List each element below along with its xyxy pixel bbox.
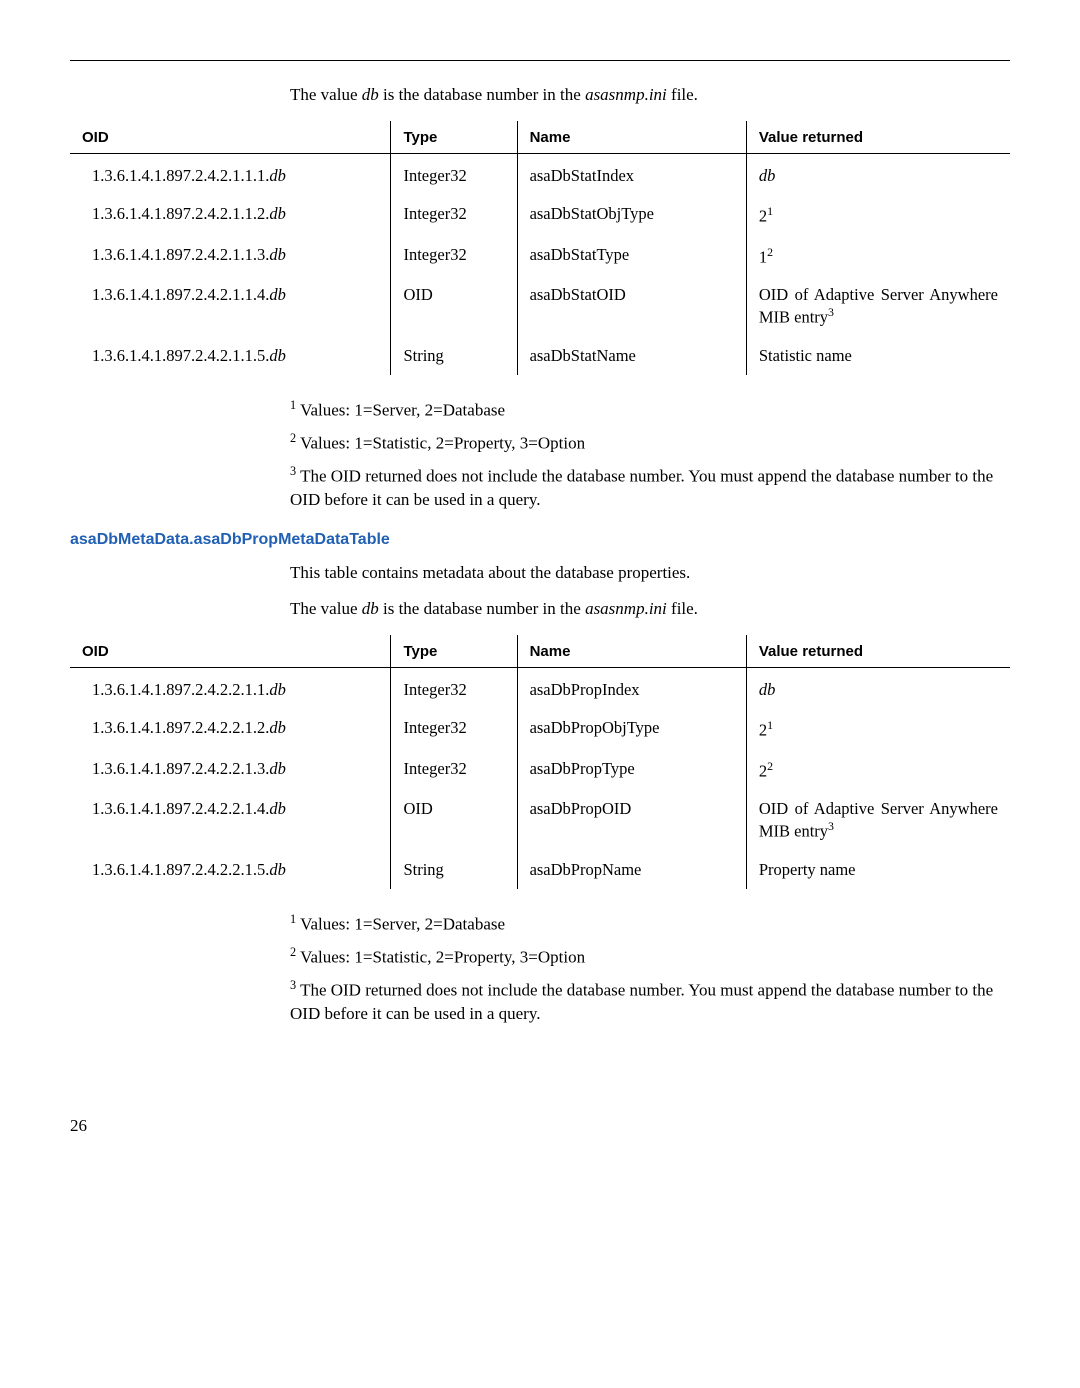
cell-value: 21 — [746, 709, 1010, 750]
cell-name: asaDbPropType — [517, 750, 746, 791]
cell-value: 21 — [746, 195, 1010, 236]
col-header-type: Type — [391, 635, 517, 668]
table-header-row: OID Type Name Value returned — [70, 635, 1010, 668]
cell-name: asaDbStatType — [517, 236, 746, 277]
table-row: 1.3.6.1.4.1.897.2.4.2.1.1.1.dbInteger32a… — [70, 154, 1010, 196]
cell-oid: 1.3.6.1.4.1.897.2.4.2.1.1.3.db — [70, 236, 391, 277]
col-header-oid: OID — [70, 121, 391, 154]
table2-footnotes: 1 Values: 1=Server, 2=Database 2 Values:… — [290, 911, 1010, 1026]
cell-value: 22 — [746, 750, 1010, 791]
footnote-1: 1 Values: 1=Server, 2=Database — [290, 911, 1010, 936]
cell-name: asaDbPropOID — [517, 790, 746, 851]
col-header-oid: OID — [70, 635, 391, 668]
table-asaDbStat: OID Type Name Value returned 1.3.6.1.4.1… — [70, 121, 1010, 375]
cell-type: Integer32 — [391, 709, 517, 750]
col-header-value: Value returned — [746, 635, 1010, 668]
cell-value: 12 — [746, 236, 1010, 277]
cell-oid: 1.3.6.1.4.1.897.2.4.2.2.1.1.db — [70, 668, 391, 710]
cell-oid: 1.3.6.1.4.1.897.2.4.2.1.1.2.db — [70, 195, 391, 236]
footnote-2: 2 Values: 1=Statistic, 2=Property, 3=Opt… — [290, 944, 1010, 969]
table-asaDbProp: OID Type Name Value returned 1.3.6.1.4.1… — [70, 635, 1010, 889]
footnote-text: The OID returned does not include the da… — [290, 981, 993, 1023]
page-number: 26 — [70, 1116, 1010, 1136]
cell-oid: 1.3.6.1.4.1.897.2.4.2.1.1.5.db — [70, 337, 391, 375]
file-var: asasnmp.ini — [585, 599, 667, 618]
table2-caption: The value db is the database number in t… — [290, 599, 1010, 619]
text: The value — [290, 85, 362, 104]
footnote-1: 1 Values: 1=Server, 2=Database — [290, 397, 1010, 422]
footnote-text: Values: 1=Server, 2=Database — [296, 914, 505, 933]
cell-name: asaDbStatIndex — [517, 154, 746, 196]
cell-value: db — [746, 668, 1010, 710]
table-row: 1.3.6.1.4.1.897.2.4.2.2.1.5.dbStringasaD… — [70, 851, 1010, 889]
cell-oid: 1.3.6.1.4.1.897.2.4.2.2.1.4.db — [70, 790, 391, 851]
cell-oid: 1.3.6.1.4.1.897.2.4.2.1.1.1.db — [70, 154, 391, 196]
table-row: 1.3.6.1.4.1.897.2.4.2.2.1.4.dbOIDasaDbPr… — [70, 790, 1010, 851]
cell-type: OID — [391, 276, 517, 337]
footnote-text: Values: 1=Server, 2=Database — [296, 400, 505, 419]
cell-value: OID of Adaptive Server Anywhere MIB entr… — [746, 790, 1010, 851]
footnote-text: Values: 1=Statistic, 2=Property, 3=Optio… — [296, 433, 585, 452]
cell-name: asaDbStatOID — [517, 276, 746, 337]
cell-name: asaDbPropIndex — [517, 668, 746, 710]
cell-name: asaDbStatName — [517, 337, 746, 375]
footnote-3: 3 The OID returned does not include the … — [290, 977, 1010, 1026]
cell-type: Integer32 — [391, 195, 517, 236]
cell-value: Statistic name — [746, 337, 1010, 375]
section-heading: asaDbMetaData.asaDbPropMetaDataTable — [70, 531, 1010, 549]
cell-value: db — [746, 154, 1010, 196]
footnote-2: 2 Values: 1=Statistic, 2=Property, 3=Opt… — [290, 430, 1010, 455]
cell-type: Integer32 — [391, 668, 517, 710]
section-intro: This table contains metadata about the d… — [290, 563, 1010, 583]
cell-oid: 1.3.6.1.4.1.897.2.4.2.2.1.2.db — [70, 709, 391, 750]
file-var: asasnmp.ini — [585, 85, 667, 104]
cell-type: Integer32 — [391, 750, 517, 791]
cell-name: asaDbStatObjType — [517, 195, 746, 236]
table-row: 1.3.6.1.4.1.897.2.4.2.1.1.4.dbOIDasaDbSt… — [70, 276, 1010, 337]
cell-value: OID of Adaptive Server Anywhere MIB entr… — [746, 276, 1010, 337]
cell-name: asaDbPropName — [517, 851, 746, 889]
col-header-value: Value returned — [746, 121, 1010, 154]
cell-type: String — [391, 337, 517, 375]
footnote-text: Values: 1=Statistic, 2=Property, 3=Optio… — [296, 948, 585, 967]
table1-caption: The value db is the database number in t… — [290, 85, 1010, 105]
cell-oid: 1.3.6.1.4.1.897.2.4.2.1.1.4.db — [70, 276, 391, 337]
text: file. — [667, 599, 698, 618]
text: is the database number in the — [379, 599, 585, 618]
cell-oid: 1.3.6.1.4.1.897.2.4.2.2.1.5.db — [70, 851, 391, 889]
cell-type: Integer32 — [391, 154, 517, 196]
cell-name: asaDbPropObjType — [517, 709, 746, 750]
table-row: 1.3.6.1.4.1.897.2.4.2.2.1.2.dbInteger32a… — [70, 709, 1010, 750]
text: is the database number in the — [379, 85, 585, 104]
db-var: db — [362, 85, 379, 104]
table-row: 1.3.6.1.4.1.897.2.4.2.1.1.2.dbInteger32a… — [70, 195, 1010, 236]
table-row: 1.3.6.1.4.1.897.2.4.2.1.1.3.dbInteger32a… — [70, 236, 1010, 277]
cell-value: Property name — [746, 851, 1010, 889]
col-header-type: Type — [391, 121, 517, 154]
col-header-name: Name — [517, 121, 746, 154]
table-row: 1.3.6.1.4.1.897.2.4.2.2.1.3.dbInteger32a… — [70, 750, 1010, 791]
cell-type: Integer32 — [391, 236, 517, 277]
table-header-row: OID Type Name Value returned — [70, 121, 1010, 154]
table1-footnotes: 1 Values: 1=Server, 2=Database 2 Values:… — [290, 397, 1010, 512]
cell-oid: 1.3.6.1.4.1.897.2.4.2.2.1.3.db — [70, 750, 391, 791]
text: file. — [667, 85, 698, 104]
text: The value — [290, 599, 362, 618]
table-row: 1.3.6.1.4.1.897.2.4.2.1.1.5.dbStringasaD… — [70, 337, 1010, 375]
footnote-3: 3 The OID returned does not include the … — [290, 463, 1010, 512]
cell-type: OID — [391, 790, 517, 851]
db-var: db — [362, 599, 379, 618]
col-header-name: Name — [517, 635, 746, 668]
footnote-text: The OID returned does not include the da… — [290, 466, 993, 508]
header-rule — [70, 60, 1010, 61]
table-row: 1.3.6.1.4.1.897.2.4.2.2.1.1.dbInteger32a… — [70, 668, 1010, 710]
cell-type: String — [391, 851, 517, 889]
